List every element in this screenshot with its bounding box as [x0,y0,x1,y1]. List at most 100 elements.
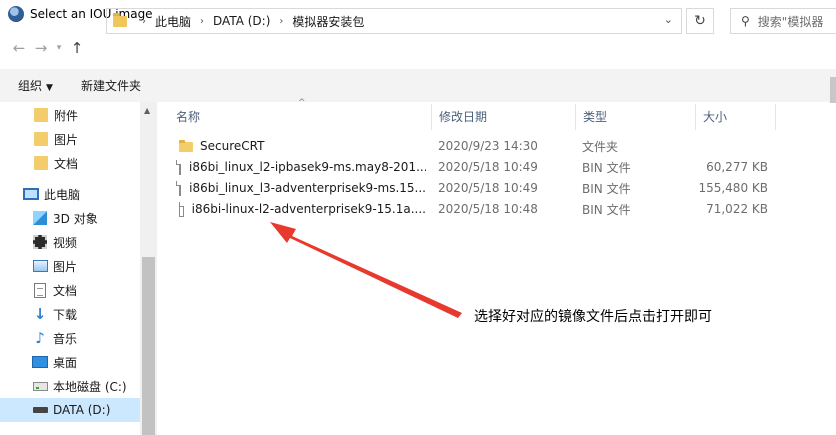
refresh-button[interactable]: ↻ [686,8,714,34]
up-button[interactable]: ↑ [66,37,88,59]
annotation-text: 选择好对应的镜像文件后点击打开即可 [474,309,712,325]
file-name: i86bi_linux_l2-ipbasek9-ms.may8-201... [189,160,426,174]
scrollbar-thumb[interactable] [142,257,155,435]
file-row-securecrt[interactable]: SecureCRT 2020/9/23 14:30 文件夹 [168,135,778,157]
sidebar-item-label: 音乐 [53,331,78,346]
music-icon: ♪ [35,328,45,347]
breadcrumb-item[interactable]: 模拟器安装包 [292,13,364,30]
download-icon: ↓ [33,304,47,323]
command-bar: 组织 ▼ 新建文件夹 [0,69,836,103]
file-type: 文件夹 [582,139,619,154]
folder-icon [33,131,49,147]
refresh-icon: ↻ [694,13,706,29]
sidebar-item-label: 视频 [53,235,78,250]
app-icon [8,5,24,22]
sidebar-item-attachments[interactable]: 附件 [0,103,140,127]
file-row[interactable]: i86bi_linux_l3-adventerprisek9-ms.15... … [168,177,778,199]
file-name-cell[interactable]: i86bi_linux_l2-ipbasek9-ms.may8-201... [168,159,426,175]
sidebar-item-music[interactable]: ♪ 音乐 [0,326,140,350]
sidebar-item-label: 此电脑 [44,187,81,202]
column-header-size[interactable]: 大小 [695,102,775,130]
folder-icon [178,139,194,153]
file-date: 2020/5/18 10:49 [438,181,538,195]
sidebar-item-data-d[interactable]: DATA (D:) [0,398,140,422]
sidebar-item-3d-objects[interactable]: 3D 对象 [0,206,140,230]
chevron-right-icon[interactable]: › [200,16,204,27]
file-type: BIN 文件 [582,202,631,217]
desktop-icon [32,354,48,370]
document-icon [32,282,48,298]
sidebar-item-label: 图片 [54,132,79,147]
file-row[interactable]: i86bi-linux-l2-adventerprisek9-15.1a....… [168,198,778,220]
file-size: 60,277 KB [706,160,768,174]
chevron-right-icon[interactable]: › [142,16,146,27]
picture-icon [32,258,48,274]
column-header-name[interactable]: 名称 [168,102,430,130]
sidebar-item-desktop[interactable]: 桌面 [0,350,140,374]
search-input[interactable]: ⚲ 搜索"模拟器 [730,8,836,34]
video-icon [32,234,48,250]
search-placeholder: 搜索"模拟器 [757,14,824,29]
file-name-cell[interactable]: SecureCRT [168,139,426,153]
forward-button[interactable]: → [30,37,52,59]
navigation-scrollbar[interactable]: ▲ [140,102,157,435]
sidebar-item-pictures[interactable]: 图片 [0,254,140,278]
column-header-row: ^ 名称 修改日期 类型 大小 [158,98,778,130]
drive-icon [32,402,48,418]
organize-label: 组织 [18,79,43,93]
sidebar-item-pictures-folder[interactable]: 图片 [0,127,140,151]
address-bar[interactable]: › 此电脑 › DATA (D:) › 模拟器安装包 ⌄ [106,8,682,34]
sidebar-item-label: 文档 [54,156,79,171]
sidebar-item-label: 本地磁盘 (C:) [53,379,127,394]
file-type: BIN 文件 [582,160,631,175]
address-history-chevron-icon[interactable]: ⌄ [664,13,673,26]
annotation-arrow-shape [270,222,462,318]
breadcrumb-item[interactable]: 此电脑 [155,13,191,30]
file-name-cell[interactable]: i86bi_linux_l3-adventerprisek9-ms.15... [168,180,426,196]
scroll-up-icon[interactable]: ▲ [144,106,150,115]
new-folder-button[interactable]: 新建文件夹 [81,77,141,94]
sidebar-item-label: 下载 [53,307,78,322]
sidebar-item-documents[interactable]: 文档 [0,278,140,302]
list-scrollbar[interactable] [830,77,836,103]
file-name: i86bi-linux-l2-adventerprisek9-15.1a.... [191,202,426,216]
file-size: 155,480 KB [698,181,768,195]
sidebar-item-label: 桌面 [53,355,78,370]
file-date: 2020/9/23 14:30 [438,139,538,153]
file-icon [178,201,184,217]
folder-icon [33,155,49,171]
file-date: 2020/5/18 10:49 [438,160,538,174]
column-divider[interactable] [775,104,776,130]
cube-icon [32,210,48,226]
sidebar-item-downloads[interactable]: ↓ 下载 [0,302,140,326]
chevron-down-icon: ▾ [56,43,62,53]
recent-locations-button[interactable]: ▾ [52,37,66,59]
file-icon [175,180,182,196]
file-size: 71,022 KB [706,202,768,216]
caret-down-icon: ▼ [46,83,53,93]
sidebar-item-label: 3D 对象 [53,211,98,226]
drive-icon [32,378,48,394]
arrow-left-icon: ← [12,39,26,57]
file-date: 2020/5/18 10:48 [438,202,538,216]
file-row[interactable]: i86bi_linux_l2-ipbasek9-ms.may8-201... 2… [168,156,778,178]
computer-icon [23,186,39,202]
folder-icon [113,12,127,27]
arrow-up-icon: ↑ [70,39,84,57]
sidebar-item-documents-folder[interactable]: 文档 [0,151,140,175]
chevron-right-icon[interactable]: › [279,16,283,27]
navigation-pane: 附件 图片 文档 此电脑 3D 对象 视频 图片 文档 ↓ 下载 ♪ 音乐 桌面 [0,102,157,435]
column-header-type[interactable]: 类型 [575,102,695,130]
file-name-cell[interactable]: i86bi-linux-l2-adventerprisek9-15.1a.... [168,201,426,217]
folder-icon [33,107,49,123]
column-header-date[interactable]: 修改日期 [431,102,575,130]
breadcrumb-item[interactable]: DATA (D:) [213,14,270,28]
back-button[interactable]: ← [8,37,30,59]
sidebar-item-this-pc[interactable]: 此电脑 [0,182,140,206]
sidebar-item-label: 附件 [54,108,79,123]
organize-button[interactable]: 组织 ▼ [18,77,53,94]
file-name: SecureCRT [200,139,265,153]
sidebar-item-local-disk-c[interactable]: 本地磁盘 (C:) [0,374,140,398]
file-name: i86bi_linux_l3-adventerprisek9-ms.15... [189,181,426,195]
sidebar-item-videos[interactable]: 视频 [0,230,140,254]
